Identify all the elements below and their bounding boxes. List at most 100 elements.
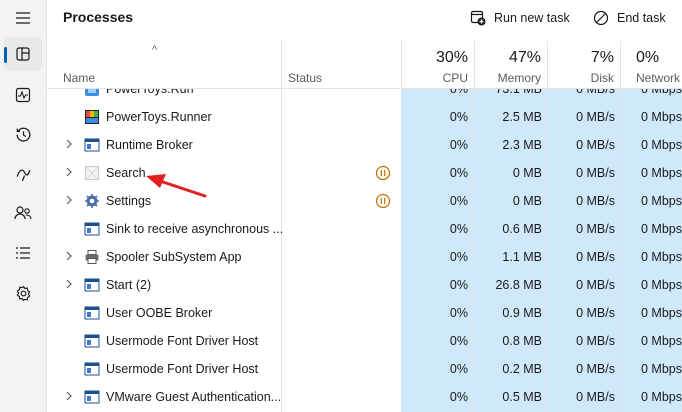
disk-value: 0 MB/s: [576, 306, 615, 320]
nav-processes[interactable]: [4, 37, 42, 71]
disk-value: 0 MB/s: [576, 110, 615, 124]
process-row[interactable]: Sink to receive asynchronous ... 0% 0.6 MB…: [47, 215, 682, 243]
cpu-value: 0%: [449, 194, 468, 208]
memory-column-header[interactable]: 47% Memory: [474, 41, 547, 88]
cpu-column-header[interactable]: 30% CPU: [401, 41, 474, 88]
network-value: 0 Mbps: [641, 390, 682, 404]
nav-performance[interactable]: [4, 78, 42, 112]
chevron-right-icon[interactable]: [65, 251, 75, 263]
chevron-right-icon[interactable]: [65, 195, 75, 207]
process-row[interactable]: PowerToys.Runner 0% 2.5 MB 0 MB/s 0 Mbps: [47, 103, 682, 131]
cpu-value: 0%: [449, 250, 468, 264]
cpu-value: 0%: [449, 138, 468, 152]
memory-value: 1.1 MB: [502, 250, 542, 264]
process-row[interactable]: PowerToys.Run 0% 73.1 MB 0 MB/s 0 Mbps: [47, 89, 682, 103]
network-value: 0 Mbps: [641, 334, 682, 348]
powertoys-run-icon: [84, 89, 100, 97]
cpu-value: 0%: [449, 362, 468, 376]
process-name: Sink to receive asynchronous ...: [106, 222, 284, 236]
process-row[interactable]: Usermode Font Driver Host 0% 0.2 MB 0 MB/s 0…: [47, 355, 682, 383]
run-new-task-label: Run new task: [494, 11, 570, 25]
network-total-pct: 0%: [636, 49, 660, 66]
startup-apps-icon: [16, 169, 30, 181]
disk-value: 0 MB/s: [576, 166, 615, 180]
main-panel: Processes Run new task End task ^ Name S…: [47, 0, 682, 412]
disk-value: 0 MB/s: [576, 390, 615, 404]
sidebar: [0, 0, 47, 412]
process-name: Spooler SubSystem App: [106, 250, 242, 264]
process-name: VMware Guest Authentication...: [106, 390, 282, 404]
disk-value: 0 MB/s: [576, 138, 615, 152]
disk-value: 0 MB/s: [576, 362, 615, 376]
chevron-right-icon[interactable]: [65, 139, 75, 151]
network-value: 0 Mbps: [641, 110, 682, 124]
cpu-header-label: CPU: [442, 71, 468, 85]
end-task-label: End task: [617, 11, 666, 25]
disk-value: 0 MB/s: [576, 278, 615, 292]
process-row[interactable]: Search 0% 0 MB 0 MB/s 0 Mbps: [47, 159, 682, 187]
cpu-value: 0%: [449, 110, 468, 124]
menu-icon: [16, 12, 30, 24]
network-value: 0 Mbps: [641, 250, 682, 264]
process-row[interactable]: Spooler SubSystem App 0% 1.1 MB 0 MB/s 0 Mbp…: [47, 243, 682, 271]
chevron-right-icon[interactable]: [65, 279, 75, 291]
suspended-icon: [375, 165, 391, 181]
nav-services[interactable]: [4, 276, 42, 310]
cpu-value: 0%: [449, 166, 468, 180]
network-value: 0 Mbps: [641, 89, 682, 96]
end-task-button[interactable]: End task: [593, 7, 666, 29]
disk-column-header[interactable]: 7% Disk: [547, 41, 620, 88]
memory-header-label: Memory: [497, 71, 541, 85]
chevron-right-icon[interactable]: [65, 167, 75, 179]
memory-value: 2.3 MB: [502, 138, 542, 152]
process-row[interactable]: Settings 0% 0 MB 0 MB/s 0 Mbps: [47, 187, 682, 215]
cpu-value: 0%: [449, 222, 468, 236]
run-new-task-button[interactable]: Run new task: [470, 7, 570, 29]
status-column-header[interactable]: Status: [281, 41, 401, 88]
disk-total-pct: 7%: [590, 49, 614, 66]
memory-value: 2.5 MB: [502, 110, 542, 124]
nav-users[interactable]: [4, 196, 42, 230]
process-name: Start (2): [106, 278, 152, 292]
memory-value: 0.6 MB: [502, 222, 542, 236]
status-header-label: Status: [288, 71, 323, 85]
cpu-value: 0%: [449, 334, 468, 348]
powertoys-icon: [84, 109, 100, 125]
process-row[interactable]: VMware Guest Authentication... 0% 0.5 MB 0 …: [47, 383, 682, 411]
printer-icon: [84, 249, 100, 265]
network-value: 0 Mbps: [641, 222, 682, 236]
nav-startup-apps[interactable]: [4, 157, 42, 191]
process-name: Usermode Font Driver Host: [106, 362, 259, 376]
cpu-value: 0%: [449, 89, 468, 96]
process-row[interactable]: Runtime Broker 0% 2.3 MB 0 MB/s 0 Mbps: [47, 131, 682, 159]
run-new-task-icon: [470, 10, 486, 26]
nav-details[interactable]: [4, 236, 42, 270]
memory-value: 0.2 MB: [502, 362, 542, 376]
app-window-icon: [84, 221, 100, 237]
process-name: User OOBE Broker: [106, 306, 213, 320]
chevron-right-icon[interactable]: [65, 391, 75, 403]
name-header-label: Name: [63, 71, 96, 85]
suspended-icon: [375, 193, 391, 209]
blank-app-icon: [84, 165, 100, 181]
app-window-icon: [84, 389, 100, 405]
memory-value: 26.8 MB: [495, 278, 542, 292]
process-name: Settings: [106, 194, 152, 208]
network-header-label: Network: [636, 71, 681, 85]
network-value: 0 Mbps: [641, 362, 682, 376]
name-column-header[interactable]: ^ Name: [47, 41, 281, 88]
process-name: PowerToys.Runner: [106, 110, 212, 124]
process-name: Usermode Font Driver Host: [106, 334, 259, 348]
process-row[interactable]: Usermode Font Driver Host 0% 0.8 MB 0 MB/s 0…: [47, 327, 682, 355]
process-row[interactable]: Start (2) 0% 26.8 MB 0 MB/s 0 Mbps: [47, 271, 682, 299]
menu-button[interactable]: [4, 1, 42, 35]
disk-value: 0 MB/s: [576, 89, 615, 96]
app-window-icon: [84, 277, 100, 293]
network-column-header[interactable]: 0% Network: [620, 41, 682, 88]
cpu-value: 0%: [449, 390, 468, 404]
sort-ascending-icon: ^: [152, 44, 158, 56]
details-icon: [16, 247, 30, 259]
disk-value: 0 MB/s: [576, 334, 615, 348]
nav-app-history[interactable]: [4, 117, 42, 151]
process-row[interactable]: User OOBE Broker 0% 0.9 MB 0 MB/s 0 Mbps: [47, 299, 682, 327]
